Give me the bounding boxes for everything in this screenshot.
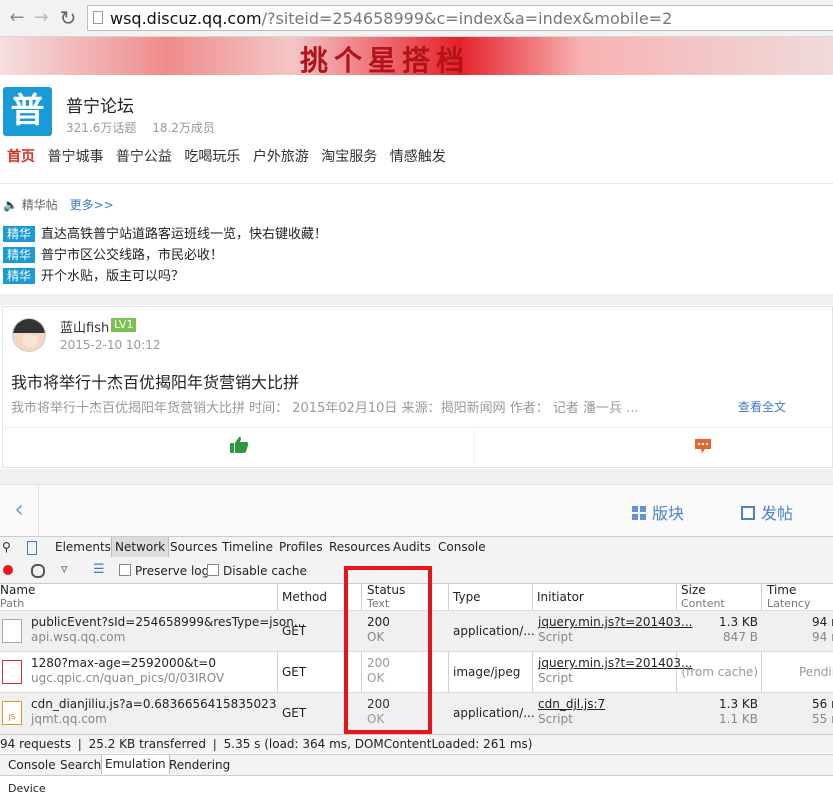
divider bbox=[0, 183, 833, 184]
tab-elements[interactable]: Elements bbox=[55, 540, 111, 554]
back-chevron-icon[interactable]: ‹ bbox=[0, 485, 39, 536]
divider bbox=[2, 427, 833, 428]
document-file-icon bbox=[2, 619, 22, 643]
divider bbox=[474, 430, 475, 464]
tab-audits[interactable]: Audits bbox=[393, 540, 431, 554]
post-title[interactable]: 我市将举行十杰百优揭阳年货营销大比拼 bbox=[11, 369, 299, 393]
tab-resources[interactable]: Resources bbox=[329, 540, 390, 554]
reload-icon[interactable]: ↻ bbox=[57, 7, 79, 29]
column-header-type[interactable]: Type bbox=[453, 590, 481, 604]
column-header-method[interactable]: Method bbox=[282, 590, 327, 604]
member-count: 18.2万成员 bbox=[152, 121, 215, 135]
speaker-icon: 🔈 bbox=[3, 198, 18, 212]
featured-item[interactable]: 精华 直达高铁普宁站道路客运班线一览，快右键收藏！ bbox=[3, 223, 327, 242]
topic-count: 321.6万话题 bbox=[66, 121, 137, 135]
forum-nav: 首页 普宁城事 普宁公益 吃喝玩乐 户外旅游 淘宝服务 情感触发 bbox=[7, 146, 454, 166]
post-time: 2015-2-10 10:12 bbox=[60, 338, 161, 352]
tab-profiles[interactable]: Profiles bbox=[279, 540, 323, 554]
nav-item-taobao[interactable]: 淘宝服务 bbox=[321, 149, 377, 165]
tab-sources[interactable]: Sources bbox=[170, 540, 217, 554]
forum-logo: 普 bbox=[3, 87, 52, 136]
network-summary: 94 requests ❘ 25.2 KB transferred ❘ 5.35… bbox=[0, 734, 833, 753]
like-icon[interactable] bbox=[229, 436, 249, 458]
featured-heading: 🔈 精华帖 更多>> bbox=[3, 198, 114, 212]
nav-item-city[interactable]: 普宁城事 bbox=[47, 149, 103, 165]
column-header-time[interactable]: Time Latency bbox=[767, 583, 810, 611]
preserve-log-checkbox[interactable]: Preserve log bbox=[119, 564, 209, 578]
clear-icon[interactable] bbox=[31, 564, 45, 578]
featured-tag: 精华 bbox=[3, 226, 36, 242]
nav-item-emotion[interactable]: 情感触发 bbox=[390, 149, 446, 165]
drawer-tab-rendering[interactable]: Rendering bbox=[169, 758, 230, 772]
featured-item[interactable]: 精华 普宁市区公交线路，市民必收！ bbox=[3, 244, 223, 263]
drawer-tab-console[interactable]: Console bbox=[8, 758, 56, 772]
featured-tag: 精华 bbox=[3, 268, 36, 284]
nav-item-charity[interactable]: 普宁公益 bbox=[116, 149, 172, 165]
image-file-icon bbox=[2, 660, 22, 684]
tab-network[interactable]: Network bbox=[111, 537, 170, 557]
bottom-action-bar: ‹ 版块 发帖 bbox=[0, 484, 833, 536]
section-button[interactable]: 版块 bbox=[632, 500, 684, 524]
browser-toolbar: ← → ↻ wsq.discuz.qq.com/?siteid=25465899… bbox=[0, 0, 833, 37]
comment-icon[interactable] bbox=[694, 438, 712, 459]
column-header-size[interactable]: Size Content bbox=[681, 583, 725, 611]
column-header-name[interactable]: Name Path bbox=[0, 583, 35, 611]
initiator-link[interactable]: cdn_djl.js:7 bbox=[538, 697, 605, 712]
more-link[interactable]: 更多>> bbox=[70, 198, 114, 212]
devtools-tabbar: ⚲ Elements Network Sources Timeline Prof… bbox=[0, 536, 833, 560]
inspect-icon[interactable]: ⚲ bbox=[2, 540, 11, 554]
record-icon[interactable] bbox=[3, 565, 13, 575]
new-post-button[interactable]: 发帖 bbox=[741, 500, 793, 524]
level-badge: LV1 bbox=[111, 318, 137, 332]
page-icon bbox=[93, 11, 103, 24]
post-author[interactable]: 蓝山fish bbox=[60, 317, 109, 336]
edit-icon bbox=[741, 506, 755, 520]
banner-text: 挑个星搭档 bbox=[300, 44, 471, 75]
forward-arrow-icon[interactable]: → bbox=[30, 7, 52, 29]
device-mode-icon[interactable] bbox=[27, 541, 37, 555]
initiator-link[interactable]: jquery.min.js?t=201403... bbox=[538, 656, 693, 671]
drawer-tabbar: Console Search Emulation Rendering bbox=[0, 754, 833, 776]
script-file-icon: JS bbox=[2, 701, 22, 725]
forum-stats: 321.6万话题 18.2万成员 bbox=[66, 119, 227, 136]
avatar[interactable] bbox=[12, 318, 46, 352]
section-gap bbox=[0, 469, 833, 484]
nav-item-home[interactable]: 首页 bbox=[7, 149, 35, 165]
back-arrow-icon[interactable]: ← bbox=[6, 7, 28, 29]
status-column-highlight bbox=[344, 566, 432, 734]
initiator-link[interactable]: jquery.min.js?t=201403... bbox=[538, 615, 693, 630]
section-gap bbox=[0, 294, 833, 305]
grid-icon bbox=[632, 506, 646, 520]
url-text: wsq.discuz.qq.com/?siteid=254658999&c=in… bbox=[110, 9, 673, 28]
emulation-device-label: Device bbox=[8, 782, 46, 795]
drawer-tab-emulation[interactable]: Emulation bbox=[101, 755, 170, 774]
drawer-tab-search[interactable]: Search bbox=[60, 758, 101, 772]
list-view-icon[interactable]: ☰ bbox=[93, 562, 105, 577]
filter-icon[interactable]: ▿ bbox=[61, 562, 68, 577]
promo-banner[interactable]: 挑个星搭档 bbox=[0, 37, 833, 75]
tab-console[interactable]: Console bbox=[438, 540, 486, 554]
forum-title: 普宁论坛 bbox=[66, 97, 134, 117]
address-bar[interactable]: wsq.discuz.qq.com/?siteid=254658999&c=in… bbox=[87, 5, 833, 31]
nav-item-food[interactable]: 吃喝玩乐 bbox=[184, 149, 240, 165]
post-summary: 我市将举行十杰百优揭阳年货营销大比拼 时间： 2015年02月10日 来源：揭阳… bbox=[11, 401, 639, 416]
tab-timeline[interactable]: Timeline bbox=[222, 540, 273, 554]
disable-cache-checkbox[interactable]: Disable cache bbox=[207, 564, 307, 578]
featured-tag: 精华 bbox=[3, 247, 36, 263]
read-more-link[interactable]: 查看全文 bbox=[738, 398, 786, 415]
nav-item-outdoor[interactable]: 户外旅游 bbox=[253, 149, 309, 165]
column-header-initiator[interactable]: Initiator bbox=[537, 590, 584, 604]
featured-item[interactable]: 精华 开个水贴，版主可以吗？ bbox=[3, 265, 184, 284]
